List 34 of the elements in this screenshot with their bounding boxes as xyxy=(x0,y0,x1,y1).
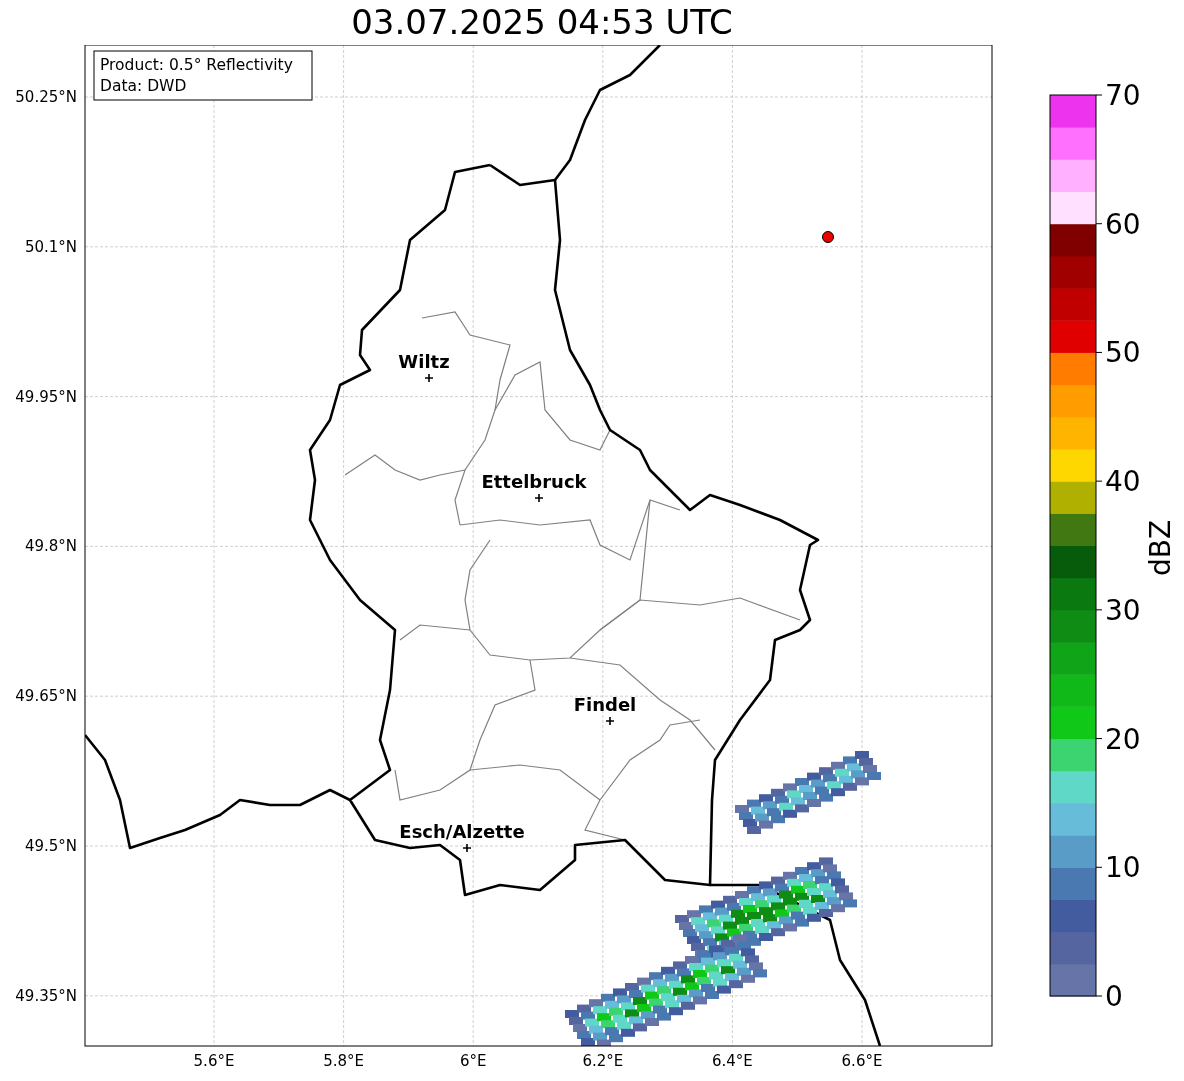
colorbar-tick-label: 60 xyxy=(1105,207,1141,241)
colorbar-title: dBZ xyxy=(1144,519,1177,577)
longitude-label: 5.6°E xyxy=(193,1052,235,1070)
colorbar-tick-label: 50 xyxy=(1105,336,1141,370)
latitude-label: 49.8°N xyxy=(24,537,77,556)
latitude-label: 50.1°N xyxy=(24,237,77,256)
latitude-label: 49.35°N xyxy=(15,986,77,1005)
longitude-label: 6.6°E xyxy=(841,1052,883,1070)
info-line: Product: 0.5° Reflectivity xyxy=(100,56,293,74)
info-line: Data: DWD xyxy=(100,77,187,95)
longitude-label: 6.4°E xyxy=(712,1052,753,1070)
figure-title: 03.07.2025 04:53 UTC xyxy=(351,1,733,44)
colorbar-tick-label: 30 xyxy=(1105,593,1141,627)
colorbar-tick-label: 70 xyxy=(1105,79,1141,112)
radar-site-marker-icon xyxy=(822,231,834,243)
city-label: Findel xyxy=(573,694,637,715)
colorbar-tick-label: 0 xyxy=(1105,980,1123,1013)
city-label: Esch/Alzette xyxy=(399,821,525,842)
latitude-label: 49.65°N xyxy=(15,687,77,706)
longitude-label: 5.8°E xyxy=(323,1052,364,1070)
latitude-label: 49.95°N xyxy=(15,387,77,406)
colorbar-tick-label: 40 xyxy=(1105,465,1141,499)
city-label: Wiltz xyxy=(398,351,450,372)
colorbar-tick-label: 10 xyxy=(1105,851,1141,885)
colorbar-tick-label: 20 xyxy=(1105,722,1141,756)
city-marker-icon xyxy=(605,716,615,726)
longitude-label: 6°E xyxy=(459,1052,487,1070)
city-marker-icon xyxy=(424,373,434,383)
city-marker-icon xyxy=(462,843,472,853)
latitude-label: 49.5°N xyxy=(24,837,77,855)
longitude-label: 6.2°E xyxy=(582,1052,624,1070)
city-label: Ettelbruck xyxy=(481,471,587,492)
latitude-label: 50.25°N xyxy=(15,88,77,106)
city-marker-icon xyxy=(534,493,544,503)
